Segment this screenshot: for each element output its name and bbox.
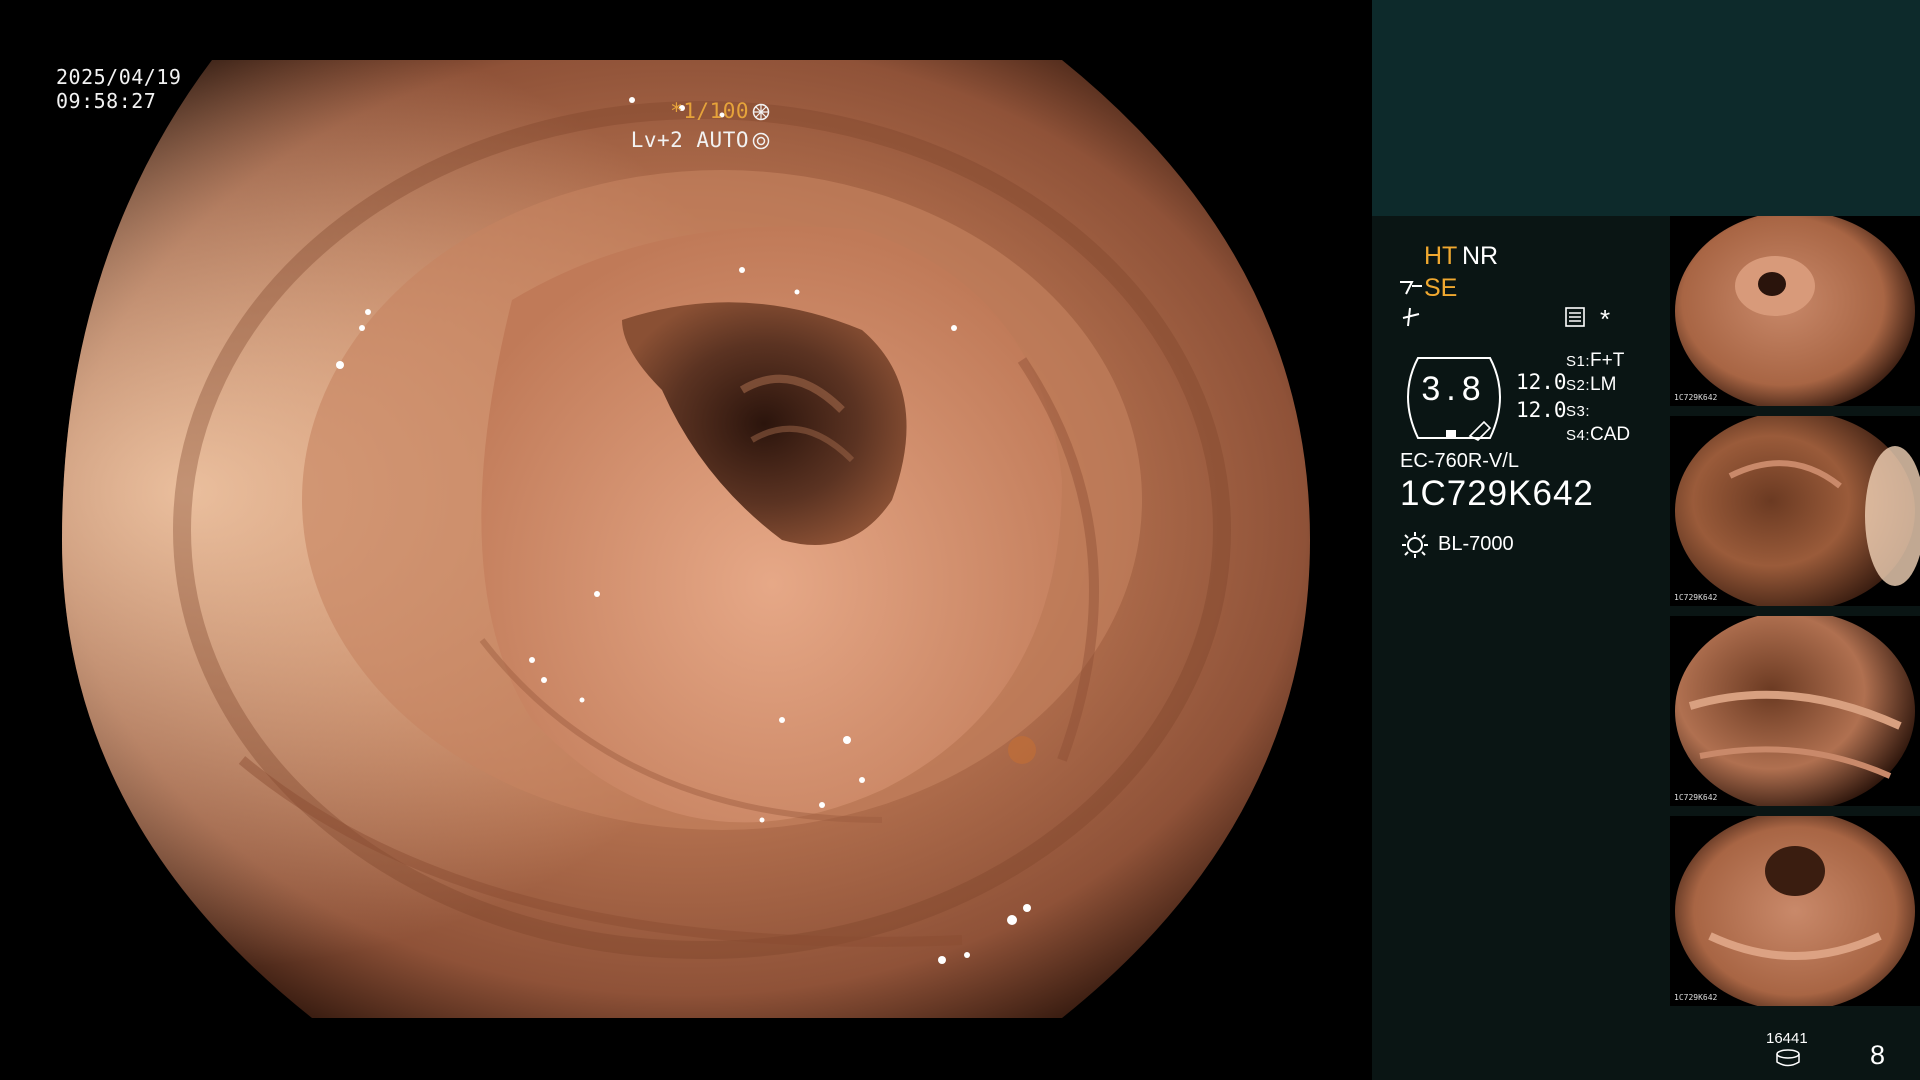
structure-enhance-icon bbox=[1398, 276, 1424, 298]
storage-disk-icon bbox=[1775, 1049, 1801, 1067]
se-mode-label: SE bbox=[1424, 274, 1458, 302]
brightness-level-indicator: Lv+2 AUTO bbox=[631, 127, 770, 153]
s4-key: S4: bbox=[1566, 427, 1591, 444]
thumbnail-caption: 1C729K642 bbox=[1674, 593, 1718, 602]
s1-value: F+T bbox=[1590, 350, 1625, 371]
exam-date: 2025/04/19 bbox=[56, 65, 182, 89]
scope-serial: 1C729K642 bbox=[1400, 474, 1594, 513]
exam-time: 09:58:27 bbox=[56, 89, 157, 113]
thumbnail-caption: 1C729K642 bbox=[1674, 993, 1718, 1002]
capture-thumbnail[interactable]: 1C729K642 bbox=[1670, 616, 1920, 806]
thumbnail-caption: 1C729K642 bbox=[1674, 793, 1718, 802]
shutter-indicator: *1/100 bbox=[670, 98, 770, 124]
star-indicator: * bbox=[1600, 304, 1611, 334]
image-count: 16441 bbox=[1766, 1030, 1808, 1047]
value-a: 12.0 bbox=[1516, 370, 1567, 394]
memo-icon bbox=[1564, 306, 1586, 328]
s2-setting: S2:LM bbox=[1566, 374, 1616, 396]
aperture-icon bbox=[752, 101, 770, 121]
capture-thumbnail[interactable]: 1C729K642 bbox=[1670, 816, 1920, 1006]
side-panel: HT NR SE * 3.8 12.0 12.0 S1:F+T S2:LM S3… bbox=[1372, 0, 1920, 1080]
s2-value: LM bbox=[1590, 374, 1617, 395]
s4-setting: S4:CAD bbox=[1566, 424, 1630, 446]
page-number: 8 bbox=[1870, 1040, 1886, 1070]
light-source-label: BL-7000 bbox=[1438, 533, 1514, 555]
gauge-value: 3.8 bbox=[1421, 370, 1487, 408]
light-source-icon bbox=[1400, 530, 1430, 560]
value-b: 12.0 bbox=[1516, 398, 1567, 422]
thumbnail-caption: 1C729K642 bbox=[1674, 393, 1718, 402]
capture-thumbnail[interactable]: 1C729K642 bbox=[1670, 216, 1920, 406]
scope-icon bbox=[1400, 306, 1422, 328]
endoscopic-image bbox=[62, 60, 1310, 1018]
iris-icon bbox=[752, 130, 770, 150]
scope-model: EC-760R-V/L bbox=[1400, 450, 1519, 472]
s3-key: S3: bbox=[1566, 403, 1591, 420]
shutter-value: *1/100 bbox=[670, 99, 749, 123]
endoscope-main-view: 2025/04/19 09:58:27 *1/100 Lv+2 AUTO bbox=[0, 0, 1372, 1080]
ht-mode-label: HT bbox=[1424, 242, 1458, 270]
panel-header-area bbox=[1372, 0, 1920, 216]
level-value: Lv+2 AUTO bbox=[630, 128, 749, 152]
s1-setting: S1:F+T bbox=[1566, 350, 1624, 372]
s3-setting: S3: bbox=[1566, 400, 1590, 422]
s4-value: CAD bbox=[1590, 424, 1631, 445]
gauge-display: 3.8 bbox=[1398, 352, 1510, 442]
nr-mode-label: NR bbox=[1462, 242, 1499, 270]
s2-key: S2: bbox=[1566, 377, 1591, 394]
s1-key: S1: bbox=[1566, 353, 1591, 370]
capture-thumbnail[interactable]: 1C729K642 bbox=[1670, 416, 1920, 606]
